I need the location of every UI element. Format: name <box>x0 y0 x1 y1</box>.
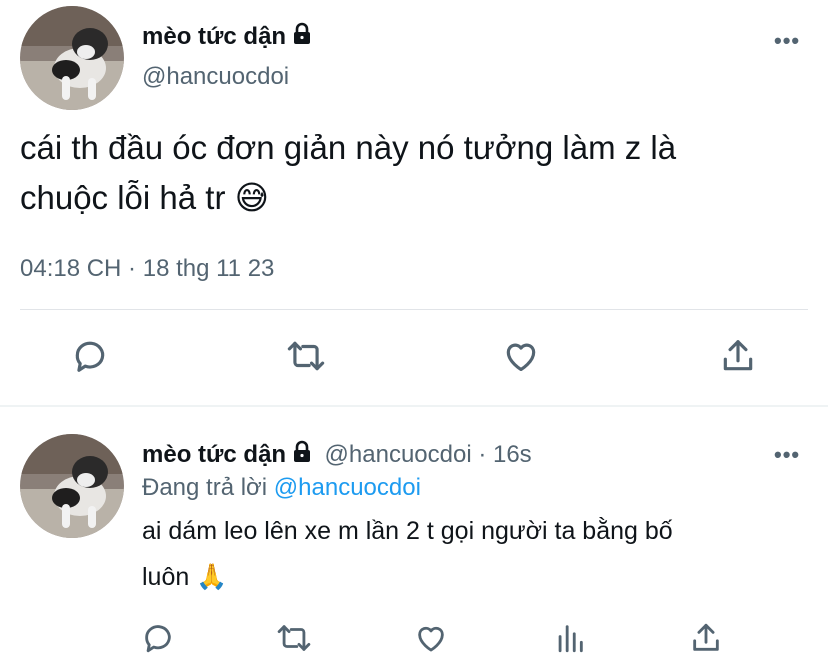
folded-hands-emoji: 🙏 <box>196 562 228 591</box>
lock-icon <box>290 22 314 53</box>
share-icon <box>693 623 719 651</box>
reply-display-name[interactable]: mèo tức dận <box>142 441 286 468</box>
share-icon <box>723 340 753 371</box>
heart-icon <box>418 626 444 652</box>
reply-button[interactable] <box>70 336 110 376</box>
reply-header: mèo tức dận @hancuocdoi · 16s <box>142 440 532 469</box>
views-icon <box>558 625 583 653</box>
avatar[interactable] <box>20 6 124 110</box>
lock-icon <box>290 440 314 469</box>
reply-more-options-icon[interactable]: ••• <box>774 442 800 468</box>
reply-reply-button[interactable] <box>140 620 176 656</box>
reply-avatar[interactable] <box>20 434 124 538</box>
reply-text-line2-text: luôn <box>142 563 190 591</box>
reply-handle-time[interactable]: @hancuocdoi · 16s <box>325 441 532 468</box>
tweet-text: cái th đầu óc đơn giản này nó tưởng làm … <box>20 123 810 223</box>
reply-views-button[interactable] <box>552 620 588 656</box>
reply-like-button[interactable] <box>412 620 450 656</box>
replying-to-prefix: Đang trả lời <box>142 474 268 501</box>
retweet-icon <box>277 625 311 651</box>
display-name[interactable]: mèo tức dận <box>142 22 314 53</box>
timestamp[interactable]: 04:18 CH · 18 thg 11 23 <box>20 255 274 283</box>
section-divider <box>0 405 828 407</box>
replying-to-link[interactable]: @hancuocdoi <box>274 474 421 501</box>
reply-text-line1: ai dám leo lên xe m lần 2 t gọi người ta… <box>142 517 673 545</box>
divider <box>20 309 808 310</box>
share-button[interactable] <box>718 336 758 376</box>
tweet-text-line2: chuộc lỗi hả tr 😅 <box>20 173 810 223</box>
reply-icon <box>145 625 171 653</box>
retweet-icon <box>287 341 325 371</box>
reply-text: ai dám leo lên xe m lần 2 t gọi người ta… <box>142 508 812 600</box>
retweet-button[interactable] <box>284 336 328 376</box>
reply-retweet-button[interactable] <box>274 620 314 656</box>
more-options-icon[interactable]: ••• <box>774 28 800 54</box>
reply-icon <box>75 341 105 372</box>
display-name-text: mèo tức dận <box>142 23 287 50</box>
replying-to: Đang trả lời @hancuocdoi <box>142 474 421 502</box>
tweet-text-line2-text: chuộc lỗi hả tr <box>20 179 226 216</box>
sweat-smile-emoji: 😅 <box>234 178 270 217</box>
handle[interactable]: @hancuocdoi <box>142 63 289 91</box>
reply-share-button[interactable] <box>688 620 724 656</box>
heart-icon <box>506 343 536 372</box>
like-button[interactable] <box>500 336 542 376</box>
reply-text-line2: luôn 🙏 <box>142 554 812 600</box>
tweet-text-line1: cái th đầu óc đơn giản này nó tưởng làm … <box>20 129 677 166</box>
